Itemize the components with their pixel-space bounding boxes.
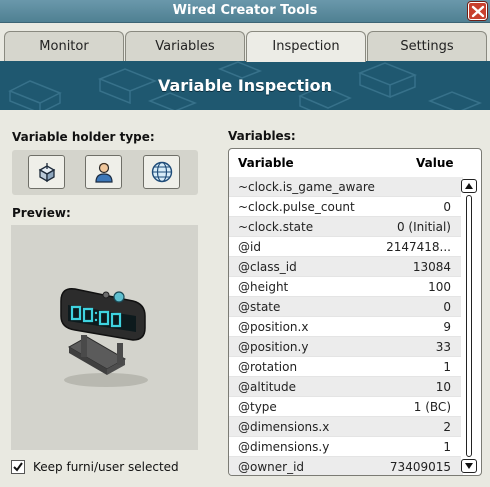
row-variable: @state bbox=[238, 300, 281, 314]
clock-furni-image bbox=[60, 288, 148, 387]
column-header-variable[interactable]: Variable bbox=[238, 156, 294, 170]
variables-table-header: Variable Value bbox=[229, 149, 481, 177]
row-variable: ~clock.state bbox=[238, 220, 314, 234]
tab-variables-label: Variables bbox=[155, 39, 215, 54]
tab-inspection-label: Inspection bbox=[272, 39, 340, 54]
row-variable: @position.y bbox=[238, 340, 309, 354]
row-value: 0 bbox=[443, 200, 451, 214]
tab-strip: Monitor Variables Inspection Settings bbox=[0, 23, 490, 62]
row-value: 9 bbox=[443, 320, 451, 334]
tab-monitor-label: Monitor bbox=[39, 39, 89, 54]
table-row[interactable]: @dimensions.x 2 bbox=[229, 417, 463, 437]
row-variable: @id bbox=[238, 240, 261, 254]
global-icon bbox=[151, 161, 173, 183]
furni-icon bbox=[38, 163, 56, 183]
column-header-value[interactable]: Value bbox=[416, 156, 454, 170]
banner-title: Variable Inspection bbox=[157, 76, 332, 95]
table-row[interactable]: @class_id 13084 bbox=[229, 257, 463, 277]
window-titlebar: Wired Creator Tools bbox=[0, 0, 490, 23]
tab-settings-label: Settings bbox=[400, 39, 454, 54]
preview-label: Preview: bbox=[12, 206, 71, 220]
table-row[interactable]: ~clock.state 0 (Initial) bbox=[229, 217, 463, 237]
table-row[interactable]: @type 1 (BC) bbox=[229, 397, 463, 417]
table-row[interactable]: @height 100 bbox=[229, 277, 463, 297]
row-variable: @height bbox=[238, 280, 289, 294]
table-row[interactable]: @position.y 33 bbox=[229, 337, 463, 357]
tab-inspection[interactable]: Inspection bbox=[246, 31, 366, 62]
tab-monitor[interactable]: Monitor bbox=[4, 31, 124, 61]
row-variable: ~clock.pulse_count bbox=[238, 200, 355, 214]
row-value: 1 bbox=[443, 440, 451, 454]
row-value: 33 bbox=[435, 340, 451, 354]
row-variable: @rotation bbox=[238, 360, 298, 374]
row-variable: @altitude bbox=[238, 380, 297, 394]
row-variable: @dimensions.y bbox=[238, 440, 330, 454]
holder-type-label: Variable holder type: bbox=[12, 130, 155, 144]
preview-area bbox=[11, 225, 198, 450]
holder-global-button[interactable] bbox=[143, 155, 180, 189]
arrow-up-icon bbox=[465, 183, 473, 189]
holder-furni-button[interactable] bbox=[28, 155, 65, 189]
row-value: 1 bbox=[443, 360, 451, 374]
close-button[interactable] bbox=[468, 2, 487, 20]
row-value: 100 bbox=[428, 280, 451, 294]
row-value: 2 bbox=[443, 420, 451, 434]
table-row[interactable]: ~clock.is_game_aware bbox=[229, 177, 463, 197]
table-row[interactable]: ~clock.pulse_count 0 bbox=[229, 197, 463, 217]
row-variable: @class_id bbox=[238, 260, 297, 274]
row-value: 10 bbox=[435, 380, 451, 394]
row-variable: ~clock.is_game_aware bbox=[238, 180, 375, 194]
user-icon bbox=[95, 162, 113, 183]
row-variable: @position.x bbox=[238, 320, 309, 334]
variables-label: Variables: bbox=[228, 129, 296, 143]
row-variable: @dimensions.x bbox=[238, 420, 330, 434]
keep-selected-checkbox[interactable] bbox=[11, 460, 25, 474]
row-value: 13084 bbox=[412, 260, 451, 274]
row-variable: @type bbox=[238, 400, 277, 414]
table-row[interactable]: @dimensions.y 1 bbox=[229, 437, 463, 457]
table-row[interactable]: @position.x 9 bbox=[229, 317, 463, 337]
row-value: 73409015 bbox=[389, 460, 451, 474]
scroll-down-button[interactable] bbox=[461, 459, 477, 473]
row-value: 0 (Initial) bbox=[396, 220, 451, 234]
row-variable: @owner_id bbox=[238, 460, 305, 474]
holder-user-button[interactable] bbox=[85, 155, 122, 189]
row-value: 2147418... bbox=[386, 240, 451, 254]
holder-type-group bbox=[12, 150, 198, 195]
variables-rows: ~clock.is_game_aware ~clock.pulse_count 0… bbox=[229, 177, 463, 475]
variables-table: Variable Value ~clock.is_game_aware ~clo… bbox=[228, 148, 482, 476]
checkmark-icon bbox=[13, 462, 23, 472]
header-banner: Variable Inspection bbox=[0, 61, 490, 110]
table-row[interactable]: @rotation 1 bbox=[229, 357, 463, 377]
tab-settings[interactable]: Settings bbox=[367, 31, 487, 61]
row-value: 1 (BC) bbox=[413, 400, 451, 414]
window-title: Wired Creator Tools bbox=[172, 3, 318, 18]
close-icon bbox=[471, 5, 485, 18]
table-row[interactable]: @altitude 10 bbox=[229, 377, 463, 397]
tab-variables[interactable]: Variables bbox=[125, 31, 245, 61]
variables-scrollbar[interactable] bbox=[461, 179, 477, 473]
table-row[interactable]: @owner_id 73409015 bbox=[229, 457, 463, 475]
arrow-down-icon bbox=[465, 463, 473, 469]
keep-selected-label: Keep furni/user selected bbox=[33, 460, 179, 474]
scroll-up-button[interactable] bbox=[461, 179, 477, 193]
table-row[interactable]: @id 2147418... bbox=[229, 237, 463, 257]
scroll-track[interactable] bbox=[466, 195, 472, 457]
row-value: 0 bbox=[443, 300, 451, 314]
table-row[interactable]: @state 0 bbox=[229, 297, 463, 317]
